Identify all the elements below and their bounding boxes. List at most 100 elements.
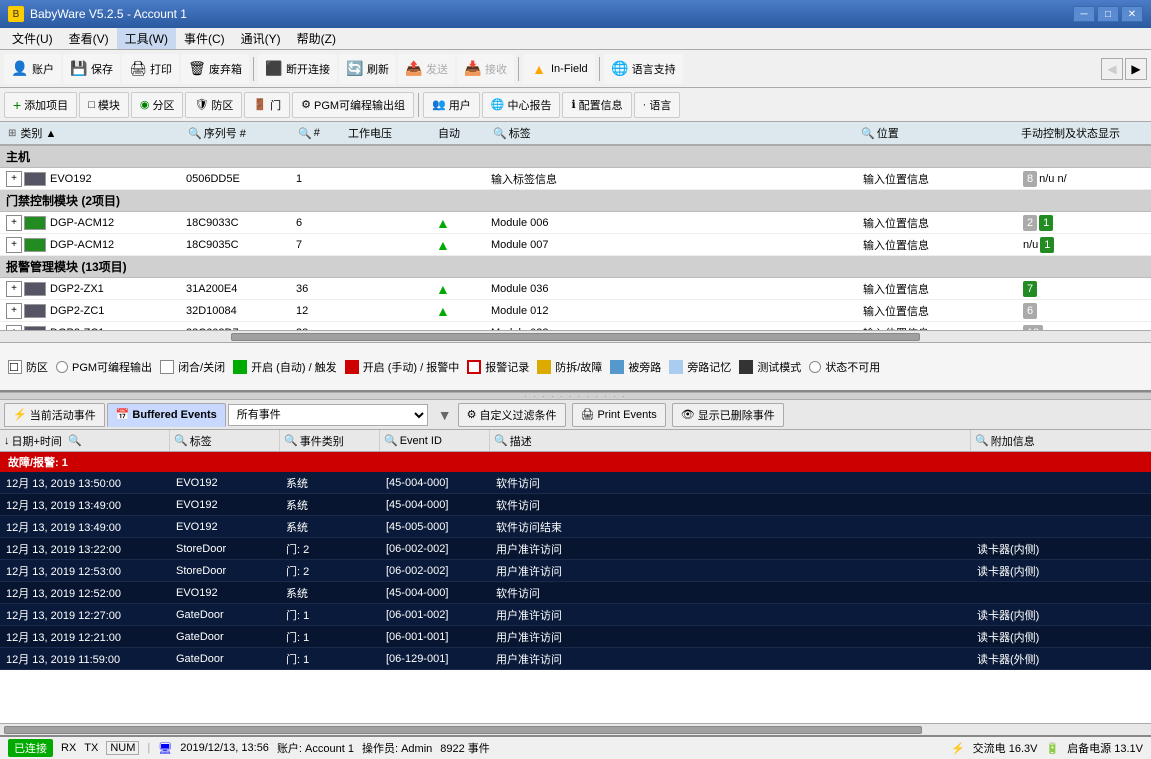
table-row[interactable]: + DGP2-ZX1 31A200E4 36 ▲ Module 036 输入位置… (0, 278, 1151, 300)
list-item[interactable]: 12月 13, 2019 12:52:00 EVO192 系统 [45-004-… (0, 582, 1151, 604)
minimize-button[interactable]: ─ (1073, 6, 1095, 22)
legend-alarm-icon (467, 360, 481, 374)
search-eventid-icon: 🔍 (384, 434, 398, 447)
list-item[interactable]: 12月 13, 2019 13:22:00 StoreDoor 门: 2 [06… (0, 538, 1151, 560)
close-button[interactable]: ✕ (1121, 6, 1143, 22)
language2-button[interactable]: · 语言 (634, 92, 681, 118)
device-icon-dgp-acm12-2 (24, 238, 46, 252)
menu-tools[interactable]: 工具(W) (117, 28, 176, 49)
add-icon: + (13, 97, 21, 113)
print-button[interactable]: 🖨 打印 (122, 54, 179, 84)
window-controls[interactable]: ─ □ ✕ (1073, 6, 1143, 22)
show-deleted-icon: 👁 (681, 408, 695, 421)
zone-button[interactable]: ◉ 分区 (131, 92, 184, 118)
menu-help[interactable]: 帮助(Z) (289, 28, 344, 49)
tx-indicator: TX (84, 742, 98, 754)
receive-button[interactable]: 📥 接收 (457, 54, 514, 84)
account-button[interactable]: 👤 账户 (4, 54, 61, 84)
current-events-icon: ⚡ (13, 408, 27, 421)
legend-zone: ☐ 防区 (8, 359, 48, 375)
title-text: BabyWare V5.2.5 - Account 1 (30, 7, 187, 21)
print-events-button[interactable]: 🖨 Print Events (572, 403, 666, 427)
user-button[interactable]: 👥 用户 (423, 92, 480, 118)
col-auto[interactable]: 自动 (434, 125, 489, 141)
table-row[interactable]: + DGP-ACM12 18C9033C 6 ▲ Module 006 输入位置… (0, 212, 1151, 234)
infield-icon: ▲ (530, 60, 548, 78)
col-label[interactable]: 🔍 标签 (489, 125, 857, 141)
tab-buffered-events[interactable]: 📅 Buffered Events (107, 403, 226, 427)
col-location[interactable]: 🔍 位置 (857, 125, 1017, 141)
list-item[interactable]: 12月 13, 2019 13:49:00 EVO192 系统 [45-005-… (0, 516, 1151, 538)
infield-button[interactable]: ▲ In-Field (523, 54, 595, 84)
menu-events[interactable]: 事件(C) (176, 28, 233, 49)
ecol-eventid[interactable]: 🔍 Event ID (380, 430, 490, 451)
backup-power-value: 启备电源 13.1V (1067, 740, 1143, 756)
ecol-label[interactable]: 🔍 标签 (170, 430, 280, 451)
expand-evo192[interactable]: + (6, 171, 22, 187)
table-row[interactable]: + DGP-ACM12 18C9035C 7 ▲ Module 007 输入位置… (0, 234, 1151, 256)
list-item[interactable]: 12月 13, 2019 11:59:00 GateDoor 门: 1 [06-… (0, 648, 1151, 670)
ecol-datetime[interactable]: ↓ 日期+时间 🔍 (0, 430, 170, 451)
status-bar: 已连接 RX TX NUM | 🖥 2019/12/13, 13:56 账户: … (0, 735, 1151, 759)
device-column-header: ⊞ 类别 ▲ 🔍 序列号 # 🔍 # 工作电压 自动 � (0, 122, 1151, 146)
table-row[interactable]: + DGP2-ZC1 32D10084 12 ▲ Module 012 输入位置… (0, 300, 1151, 322)
expand-dgp-acm12-2[interactable]: + (6, 237, 22, 253)
list-item[interactable]: 12月 13, 2019 12:21:00 GateDoor 门: 1 [06-… (0, 626, 1151, 648)
maximize-button[interactable]: □ (1097, 6, 1119, 22)
module-button[interactable]: □ 模块 (79, 92, 129, 118)
table-row[interactable]: + DGP2-ZC1 32C602D7 38 ▲ Module 038 输入位置… (0, 322, 1151, 330)
col-serial[interactable]: 🔍 序列号 # (184, 125, 294, 141)
list-item[interactable]: 12月 13, 2019 13:50:00 EVO192 系统 [45-004-… (0, 472, 1151, 494)
discard-button[interactable]: 🗑 废弃箱 (181, 54, 249, 84)
defense-button[interactable]: 🛡 防区 (185, 92, 242, 118)
device-hscrollbar[interactable] (0, 330, 1151, 342)
hscroll-thumb[interactable] (231, 333, 919, 341)
col-category[interactable]: ⊞ 类别 ▲ (4, 125, 184, 141)
sort-datetime-icon: ↓ (4, 435, 10, 447)
nav-forward-button[interactable]: ▶ (1125, 58, 1147, 80)
tab-current-events[interactable]: ⚡ 当前活动事件 (4, 403, 105, 427)
list-item[interactable]: 12月 13, 2019 12:27:00 GateDoor 门: 1 [06-… (0, 604, 1151, 626)
central-report-button[interactable]: 🌐 中心报告 (482, 92, 561, 118)
table-row[interactable]: + EVO192 0506DD5E 1 输入标签信息 输入位置信息 8 n/u … (0, 168, 1151, 190)
add-item-button[interactable]: + 添加项目 (4, 92, 77, 118)
event-filter-select[interactable]: 所有事件 故障/报警 用户事件 系统事件 (228, 404, 428, 426)
expand-dgp2-zc1-1[interactable]: + (6, 303, 22, 319)
legend-lightblue-icon (669, 360, 683, 374)
ac-power-icon: ⚡ (951, 742, 965, 755)
expand-dgp2-zx1[interactable]: + (6, 281, 22, 297)
expand-dgp-acm12-1[interactable]: + (6, 215, 22, 231)
ecol-extra[interactable]: 🔍 附加信息 (971, 430, 1151, 451)
legend-open-auto: 开启 (自动) / 触发 (233, 359, 337, 375)
language-button[interactable]: 🌐 语言支持 (604, 54, 683, 84)
save-button[interactable]: 💾 保存 (63, 54, 120, 84)
resize-handle[interactable]: · · · · · · · · · · · · (0, 392, 1151, 400)
device-icon-evo192 (24, 172, 46, 186)
show-deleted-button[interactable]: 👁 显示已删除事件 (672, 403, 784, 427)
custom-filter-button[interactable]: ⚙ 自定义过滤条件 (458, 403, 566, 427)
account-icon: 👤 (11, 60, 29, 78)
menu-bar: 文件(U) 查看(V) 工具(W) 事件(C) 通讯(Y) 帮助(Z) (0, 28, 1151, 50)
nav-back-button[interactable]: ◀ (1101, 58, 1123, 80)
refresh-button[interactable]: 🔄 刷新 (339, 54, 396, 84)
legend-open-manual: 开启 (手动) / 报警中 (345, 359, 460, 375)
list-item[interactable]: 12月 13, 2019 13:49:00 EVO192 系统 [45-004-… (0, 494, 1151, 516)
col-voltage[interactable]: 工作电压 (344, 125, 434, 141)
config-info-button[interactable]: ℹ 配置信息 (562, 92, 631, 118)
legend-dark-icon (739, 360, 753, 374)
door-button[interactable]: 🚪 门 (244, 92, 290, 118)
menu-comms[interactable]: 通讯(Y) (233, 28, 289, 49)
menu-file[interactable]: 文件(U) (4, 28, 61, 49)
disconnect-button[interactable]: ⬛ 断开连接 (258, 54, 337, 84)
col-num[interactable]: 🔍 # (294, 125, 344, 141)
event-column-header: ↓ 日期+时间 🔍 🔍 标签 🔍 事件类别 🔍 Event ID 🔍 描述 (0, 430, 1151, 452)
send-button[interactable]: 📤 发送 (398, 54, 455, 84)
ecol-category[interactable]: 🔍 事件类别 (280, 430, 380, 451)
pgm-button[interactable]: ⚙ PGM可编程输出组 (292, 92, 414, 118)
event-hscrollbar[interactable] (0, 723, 1151, 735)
list-item[interactable]: 12月 13, 2019 12:53:00 StoreDoor 门: 2 [06… (0, 560, 1151, 582)
menu-view[interactable]: 查看(V) (61, 28, 117, 49)
event-hscroll-thumb[interactable] (4, 726, 922, 734)
ecol-desc[interactable]: 🔍 描述 (490, 430, 971, 451)
col-manual-control[interactable]: 手动控制及状态显示 (1017, 125, 1147, 141)
